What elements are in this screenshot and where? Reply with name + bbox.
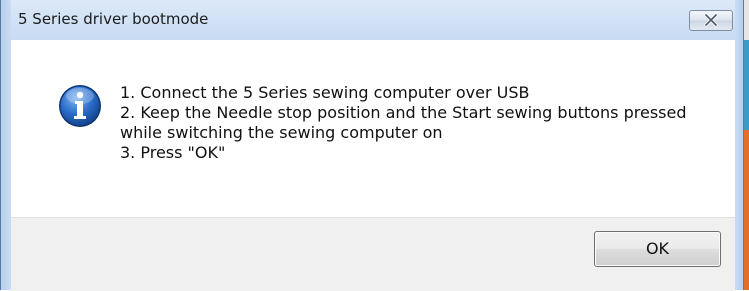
message-text: 1. Connect the 5 Series sewing computer … bbox=[120, 83, 720, 163]
title-bar[interactable]: 5 Series driver bootmode bbox=[11, 0, 735, 40]
close-icon bbox=[703, 13, 719, 27]
dialog-window: 5 Series driver bootmode 1. Connect the … bbox=[0, 0, 749, 291]
info-icon bbox=[59, 85, 101, 127]
window-title: 5 Series driver bootmode bbox=[18, 10, 209, 28]
close-button[interactable] bbox=[689, 10, 733, 31]
message-line: while switching the sewing computer on bbox=[120, 123, 443, 142]
ok-button[interactable]: OK bbox=[594, 231, 721, 267]
background-window-edge-orange bbox=[744, 130, 749, 290]
message-line: 2. Keep the Needle stop position and the… bbox=[120, 103, 687, 122]
message-line: 3. Press "OK" bbox=[120, 143, 226, 162]
message-line: 1. Connect the 5 Series sewing computer … bbox=[120, 83, 530, 102]
background-window-edge bbox=[744, 40, 749, 130]
window-left-border bbox=[0, 0, 11, 290]
dialog-client-area: 1. Connect the 5 Series sewing computer … bbox=[11, 40, 735, 291]
